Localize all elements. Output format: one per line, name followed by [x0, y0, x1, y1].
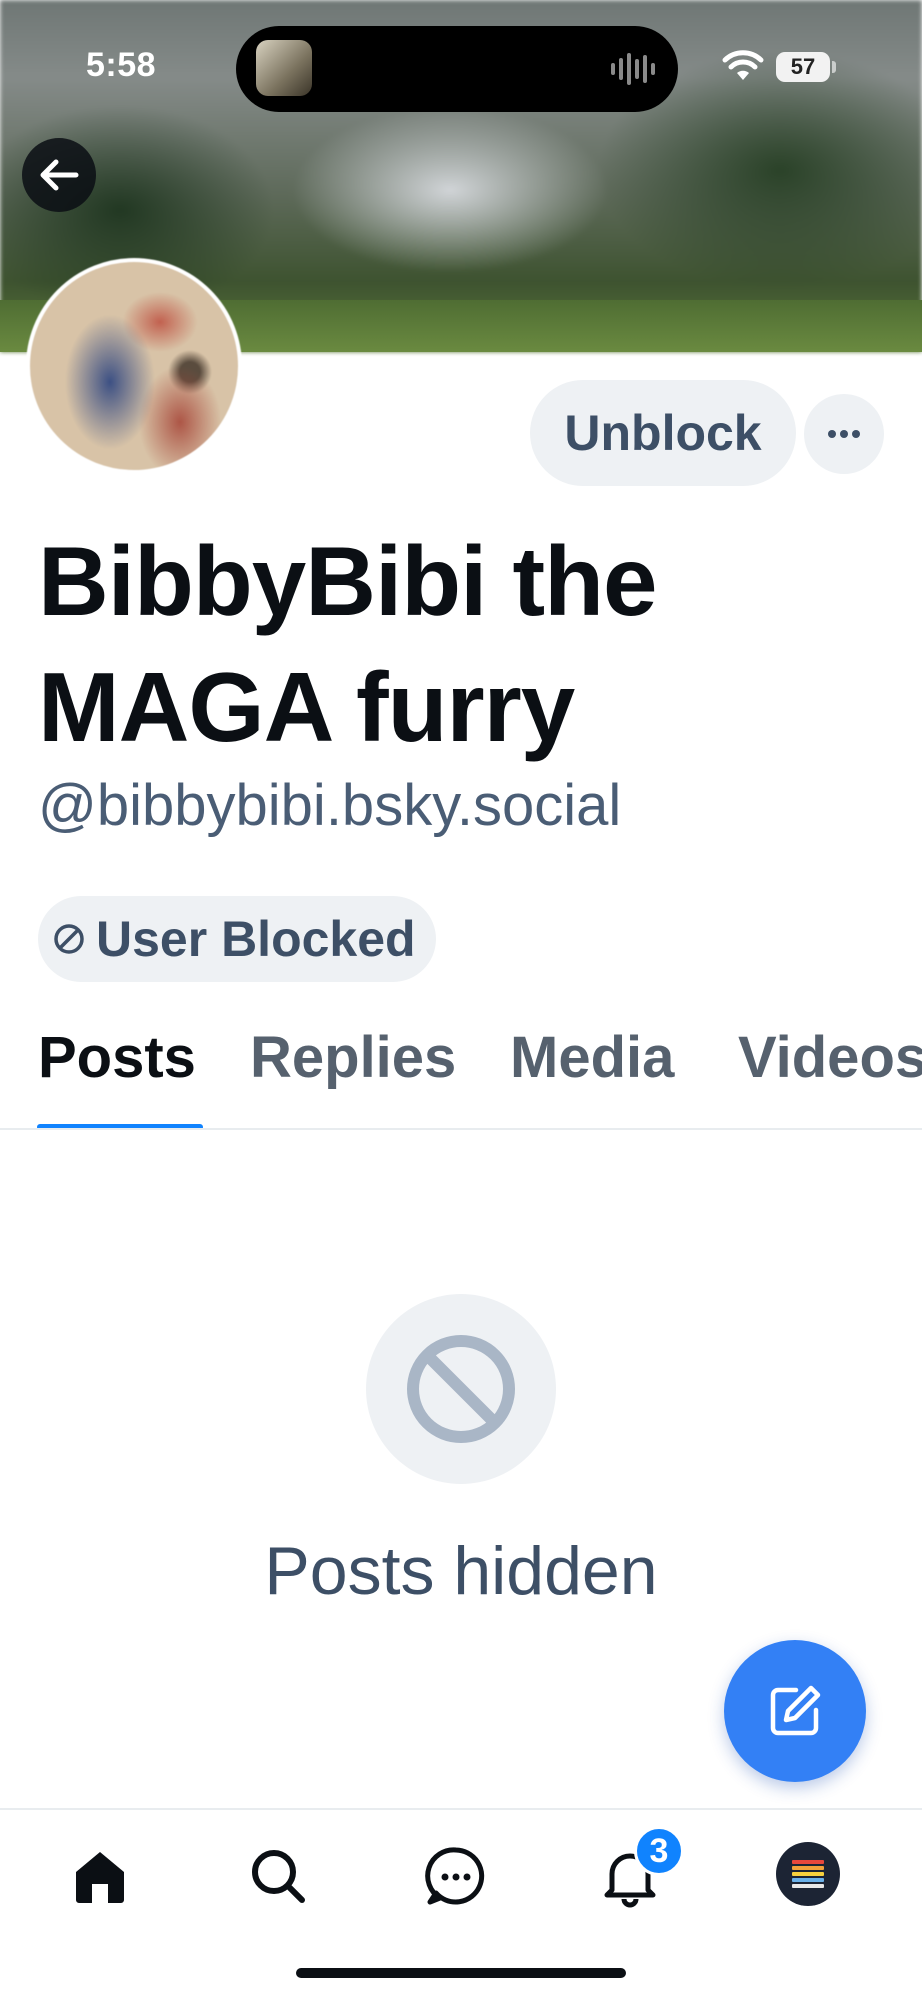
now-playing-artwork — [256, 40, 312, 96]
compose-button[interactable] — [724, 1640, 866, 1782]
block-icon — [407, 1335, 515, 1443]
ellipsis-icon — [828, 430, 860, 438]
search-icon[interactable] — [246, 1844, 310, 1908]
blocked-badge-label: User Blocked — [96, 911, 416, 967]
wifi-icon — [722, 50, 764, 80]
tab-videos[interactable]: Videos — [738, 1024, 922, 1091]
posts-hidden-icon-wrap — [366, 1294, 556, 1484]
audio-wave-icon — [611, 53, 655, 85]
active-tab-indicator — [37, 1124, 203, 1128]
dynamic-island — [236, 26, 678, 112]
battery-nub — [832, 61, 836, 73]
block-small-icon — [54, 924, 84, 954]
status-time: 5:58 — [86, 46, 157, 84]
profile-screen: 5:58 57 Unblock BibbyBibi the MAGA furry… — [0, 0, 922, 2000]
notification-count-badge: 3 — [634, 1826, 684, 1876]
home-indicator — [296, 1968, 626, 1978]
user-blocked-badge: User Blocked — [38, 896, 436, 982]
profile-tabs: Posts Replies Media Videos — [0, 1016, 922, 1130]
edit-icon — [770, 1685, 821, 1736]
tab-replies[interactable]: Replies — [250, 1024, 456, 1091]
arrow-left-icon — [40, 159, 79, 191]
tab-posts[interactable]: Posts — [38, 1024, 196, 1091]
unblock-button[interactable]: Unblock — [530, 380, 796, 486]
profile-handle: @bibbybibi.bsky.social — [38, 773, 622, 838]
posts-hidden-text: Posts hidden — [264, 1533, 658, 1609]
display-name: BibbyBibi the MAGA furry — [38, 526, 658, 762]
home-icon[interactable] — [68, 1844, 132, 1908]
profile-avatar[interactable] — [776, 1842, 840, 1906]
profile-avatar-large[interactable] — [26, 258, 242, 474]
tab-media[interactable]: Media — [510, 1024, 674, 1091]
battery-indicator: 57 — [776, 52, 830, 82]
chat-icon[interactable] — [424, 1844, 488, 1908]
back-button[interactable] — [22, 138, 96, 212]
more-options-button[interactable] — [804, 394, 884, 474]
